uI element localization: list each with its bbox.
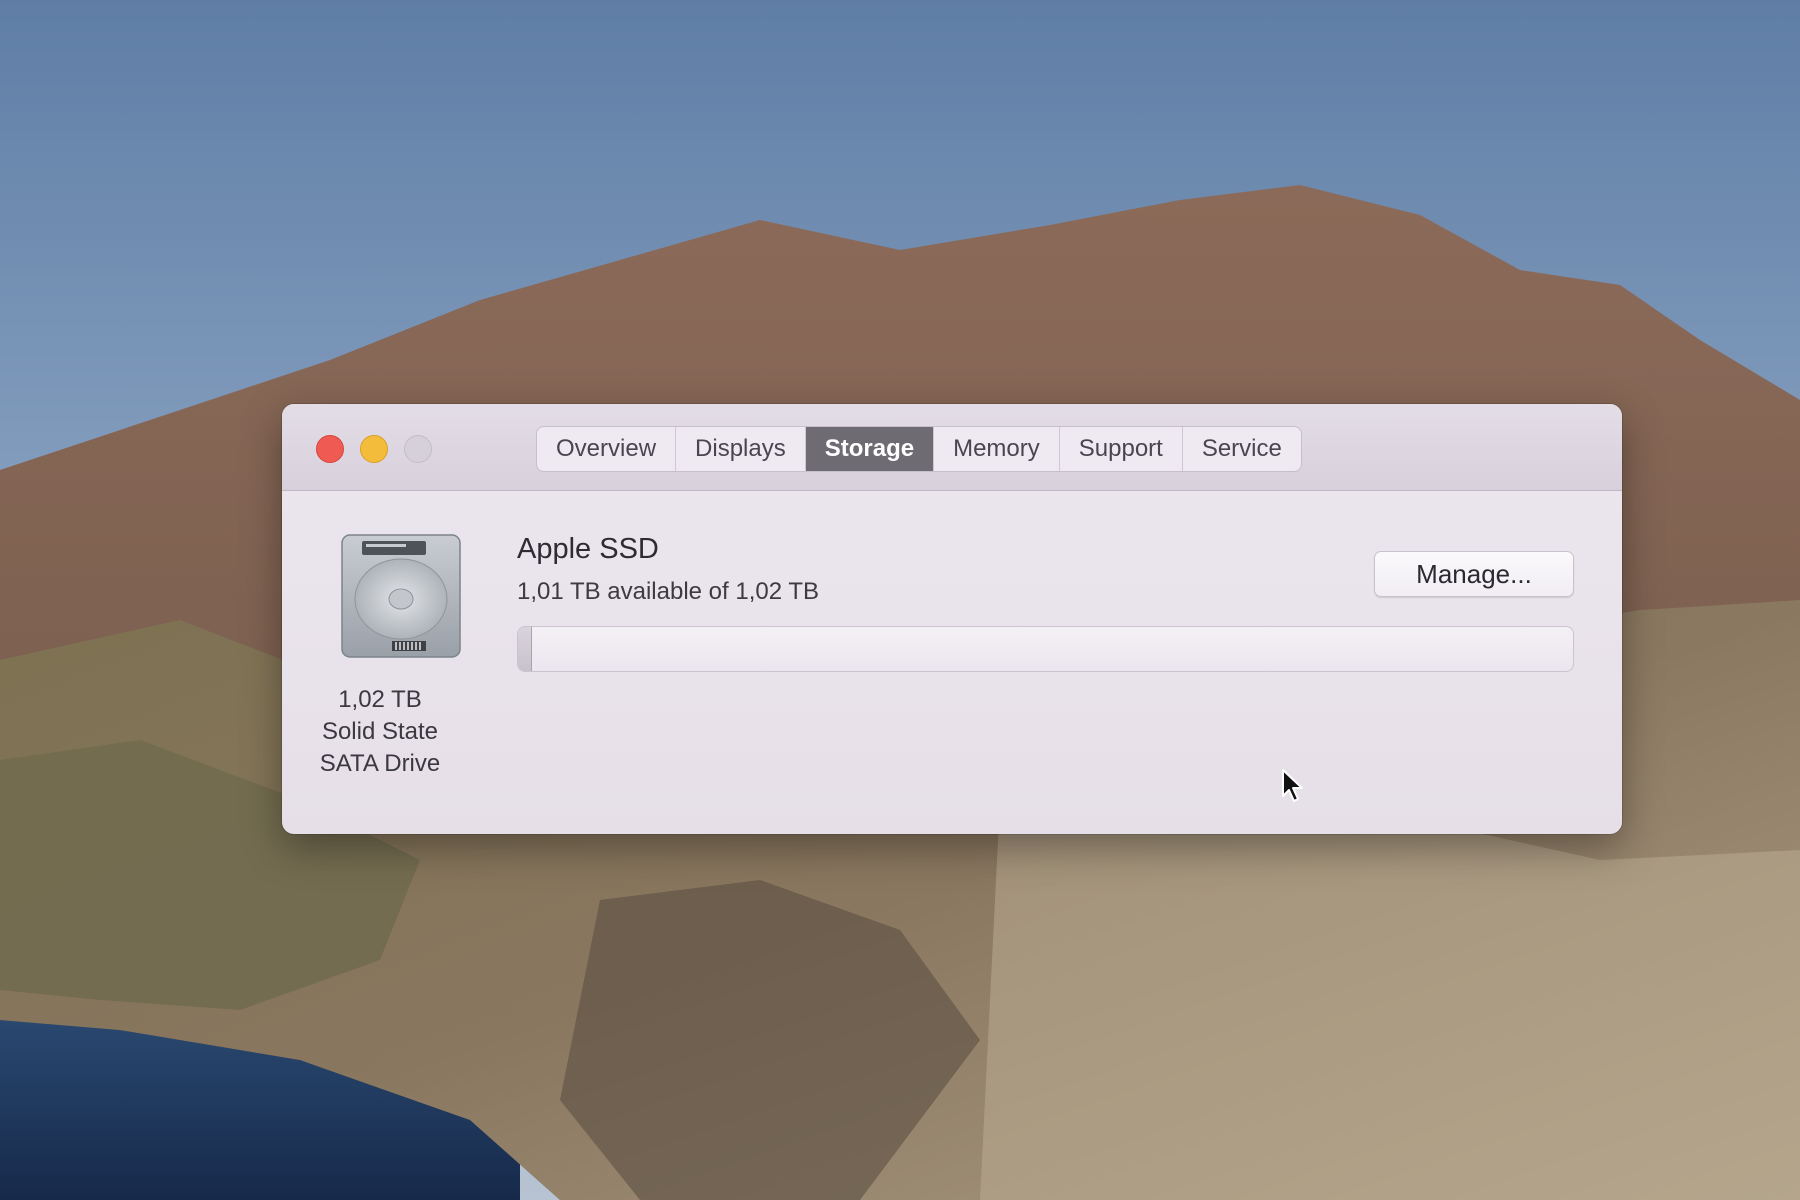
storage-pane: 1,02 TB Solid State SATA Drive Apple SSD… (282, 491, 1622, 834)
hard-drive-icon (336, 531, 466, 666)
tab-support[interactable]: Support (1060, 427, 1183, 471)
tab-memory[interactable]: Memory (934, 427, 1060, 471)
minimize-window-button[interactable] (360, 435, 388, 463)
manage-button[interactable]: Manage... (1374, 551, 1574, 597)
storage-usage-fill (518, 627, 532, 671)
storage-usage-bar (517, 626, 1574, 672)
drive-capacity: 1,02 TB (338, 686, 422, 713)
drive-name: Apple SSD (517, 533, 659, 565)
drive-capacity-caption: 1,02 TB Solid State SATA Drive (300, 684, 460, 780)
drive-type: Solid State (321, 718, 439, 745)
tab-bar: Overview Displays Storage Memory Support… (536, 426, 1302, 472)
tab-overview[interactable]: Overview (537, 427, 677, 471)
drive-available-space: 1,01 TB available of 1,02 TB (517, 578, 819, 605)
tab-displays[interactable]: Displays (676, 427, 806, 471)
zoom-window-button (404, 435, 432, 463)
about-this-mac-window: Overview Displays Storage Memory Support… (282, 404, 1622, 834)
close-window-button[interactable] (316, 435, 344, 463)
mouse-pointer-icon (1281, 768, 1307, 809)
drive-interface: SATA Drive (319, 750, 441, 777)
window-titlebar: Overview Displays Storage Memory Support… (282, 404, 1622, 491)
tab-storage[interactable]: Storage (805, 427, 935, 471)
tab-service[interactable]: Service (1183, 427, 1301, 471)
